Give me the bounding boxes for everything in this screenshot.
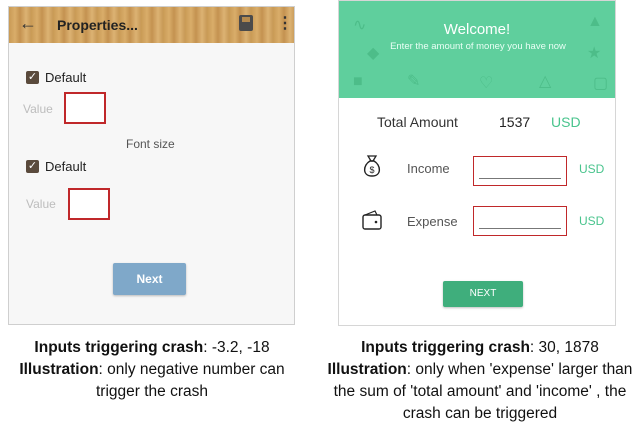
value-2-input[interactable] (68, 188, 110, 220)
value-2-placeholder: Value (26, 197, 56, 211)
font-size-label: Font size (126, 137, 175, 151)
welcome-header: ∿ ▲ ◆ ★ ■ ✎ ♡ △ ▢ Welcome! Enter the amo… (339, 1, 615, 98)
welcome-subtitle: Enter the amount of money you have now (390, 41, 566, 52)
default-checkbox-1[interactable]: ✓ (26, 71, 39, 84)
income-input[interactable] (473, 156, 567, 186)
left-illustration-label: Illustration (19, 361, 99, 378)
default-checkbox-2-label: Default (45, 159, 87, 174)
expense-input[interactable] (473, 206, 567, 236)
left-inputs-label: Inputs triggering crash (34, 339, 204, 356)
next-button[interactable]: NEXT (443, 281, 523, 307)
left-inputs-value: : -3.2, -18 (203, 339, 270, 356)
left-illustration-text: : only negative number can trigger the c… (96, 361, 285, 400)
default-checkbox-1-label: Default (45, 70, 87, 85)
next-button[interactable]: Next (113, 263, 186, 295)
app-bar: ← Properties... ⋮ (9, 7, 294, 43)
left-illustration-line: Illustration: only negative number can t… (6, 359, 298, 403)
right-illustration-line: Illustration: only when 'expense' larger… (320, 359, 640, 425)
car-icon: ■ (353, 73, 363, 90)
left-caption: Inputs triggering crash: -3.2, -18 Illus… (6, 337, 298, 403)
total-currency: USD (551, 114, 581, 130)
hanger-icon: △ (539, 73, 552, 90)
bag-icon: ▢ (593, 75, 609, 92)
trophy-icon: ★ (587, 45, 602, 62)
right-inputs-value: : 30, 1878 (529, 339, 599, 356)
right-phone-screen: ∿ ▲ ◆ ★ ■ ✎ ♡ △ ▢ Welcome! Enter the amo… (338, 0, 616, 326)
right-caption: Inputs triggering crash: 30, 1878 Illust… (320, 337, 640, 425)
value-1-placeholder: Value (23, 102, 53, 116)
svg-text:$: $ (369, 165, 374, 175)
expense-label: Expense (407, 214, 458, 229)
left-inputs-line: Inputs triggering crash: -3.2, -18 (6, 337, 298, 359)
income-currency: USD (579, 162, 605, 176)
default-checkbox-2[interactable]: ✓ (26, 160, 39, 173)
heart-icon: ♡ (479, 75, 494, 92)
right-inputs-label: Inputs triggering crash (361, 339, 530, 356)
right-inputs-line: Inputs triggering crash: 30, 1878 (320, 337, 640, 359)
diamond-icon: ◆ (367, 45, 380, 62)
save-icon[interactable] (239, 15, 253, 31)
page-title: Properties... (57, 17, 138, 33)
expense-currency: USD (579, 214, 605, 228)
more-vert-icon[interactable]: ⋮ (277, 13, 293, 33)
money-bag-icon: $ (363, 155, 381, 177)
welcome-title: Welcome! (443, 21, 511, 38)
income-label: Income (407, 161, 450, 176)
wallet-icon (362, 210, 382, 230)
arrow-left-icon[interactable]: ← (19, 13, 37, 34)
right-illustration-label: Illustration (327, 361, 407, 378)
total-amount-value: 1537 (499, 114, 531, 130)
left-phone-screen: ← Properties... ⋮ ✓ Default Value Font s… (8, 6, 295, 325)
total-amount-label: Total Amount (377, 114, 458, 130)
pencil-icon: ✎ (407, 73, 421, 90)
value-1-input[interactable] (64, 92, 106, 124)
